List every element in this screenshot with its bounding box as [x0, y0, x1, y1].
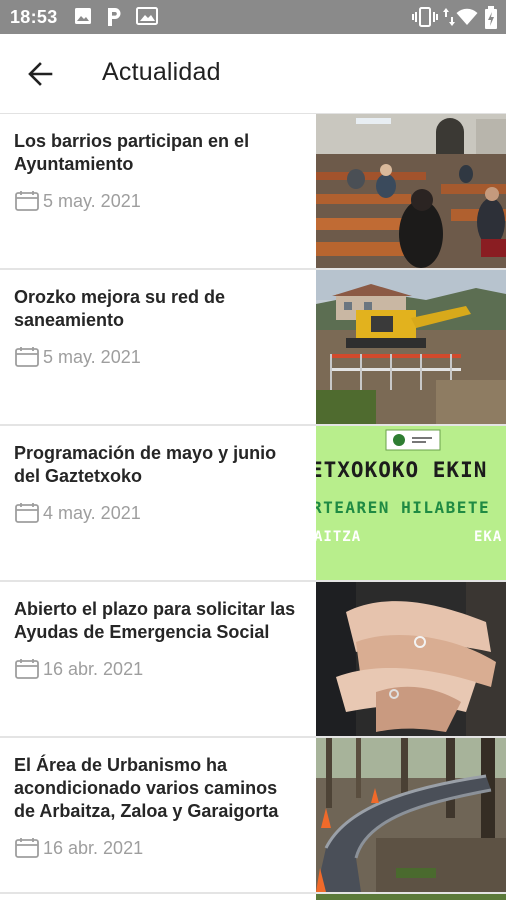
- news-date: 16 abr. 2021: [14, 658, 300, 680]
- page-title: Actualidad: [102, 58, 221, 86]
- news-title: El Área de Urbanismo ha acondicionado va…: [14, 755, 279, 821]
- image-icon: [75, 8, 91, 24]
- church-meeting-image: [316, 114, 506, 268]
- news-item[interactable]: Orozko mejora su red de saneamiento 5 ma…: [0, 270, 506, 426]
- calendar-icon: [15, 347, 39, 367]
- battery-icon: [485, 6, 497, 29]
- news-date-text: 5 may. 2021: [43, 346, 141, 367]
- news-list: Los barrios participan en el Ayuntamient…: [0, 114, 506, 894]
- news-date: 5 may. 2021: [14, 190, 300, 212]
- news-date-text: 16 abr. 2021: [43, 658, 144, 679]
- news-item[interactable]: Abierto el plazo para solicitar las Ayud…: [0, 582, 506, 738]
- next-item-thumbnail-peek: [316, 894, 506, 900]
- news-thumbnail: [316, 114, 506, 268]
- news-title: Orozko mejora su red de saneamiento: [14, 287, 226, 330]
- news-date: 5 may. 2021: [14, 346, 300, 368]
- news-text: Abierto el plazo para solicitar las Ayud…: [14, 598, 300, 680]
- news-item[interactable]: El Área de Urbanismo ha acondicionado va…: [0, 738, 506, 894]
- data-arrows-icon: [443, 8, 455, 26]
- news-date: 4 may. 2021: [14, 502, 300, 524]
- app-bar: Actualidad: [0, 34, 506, 114]
- news-text: Los barrios participan en el Ayuntamient…: [14, 130, 300, 212]
- news-item[interactable]: Programación de mayo y junio del Gaztetx…: [0, 426, 506, 582]
- poster-line-3-left: AITZA: [316, 529, 362, 545]
- hands-image: [316, 582, 506, 736]
- news-item[interactable]: Los barrios participan en el Ayuntamient…: [0, 114, 506, 270]
- poster-line-2: RTEAREN HILABETE: [316, 498, 491, 517]
- gallery-icon: [136, 7, 158, 25]
- forest-path-image: [316, 738, 506, 892]
- status-time: 18:53: [10, 7, 58, 27]
- status-bar: 18:53: [0, 0, 506, 34]
- wifi-icon: [456, 8, 478, 25]
- news-text: El Área de Urbanismo ha acondicionado va…: [14, 754, 300, 859]
- news-date-text: 5 may. 2021: [43, 190, 141, 211]
- calendar-icon: [15, 838, 39, 858]
- news-title: Los barrios participan en el Ayuntamient…: [14, 131, 250, 174]
- news-thumbnail: [316, 270, 506, 424]
- arrow-left-icon: [28, 62, 53, 86]
- news-date-text: 16 abr. 2021: [43, 837, 144, 858]
- poster-line-3-right: EKA: [474, 529, 503, 545]
- news-thumbnail: [316, 582, 506, 736]
- vibrate-icon: [412, 7, 438, 27]
- news-text: Orozko mejora su red de saneamiento 5 ma…: [14, 286, 300, 368]
- back-button[interactable]: [18, 54, 62, 94]
- news-title: Abierto el plazo para solicitar las Ayud…: [14, 599, 296, 642]
- news-title: Programación de mayo y junio del Gaztetx…: [14, 443, 277, 486]
- news-thumbnail: ETXOKOKO EKIN RTEAREN HILABETE AITZA EKA: [316, 426, 506, 580]
- news-thumbnail: [316, 738, 506, 892]
- poster-line-1: ETXOKOKO EKIN: [316, 458, 488, 482]
- calendar-icon: [15, 659, 39, 679]
- news-date-text: 4 may. 2021: [43, 502, 141, 523]
- news-text: Programación de mayo y junio del Gaztetx…: [14, 442, 300, 524]
- news-date: 16 abr. 2021: [14, 837, 300, 859]
- calendar-icon: [15, 191, 39, 211]
- p-icon: [108, 8, 121, 26]
- excavator-works-image: [316, 270, 506, 424]
- calendar-icon: [15, 503, 39, 523]
